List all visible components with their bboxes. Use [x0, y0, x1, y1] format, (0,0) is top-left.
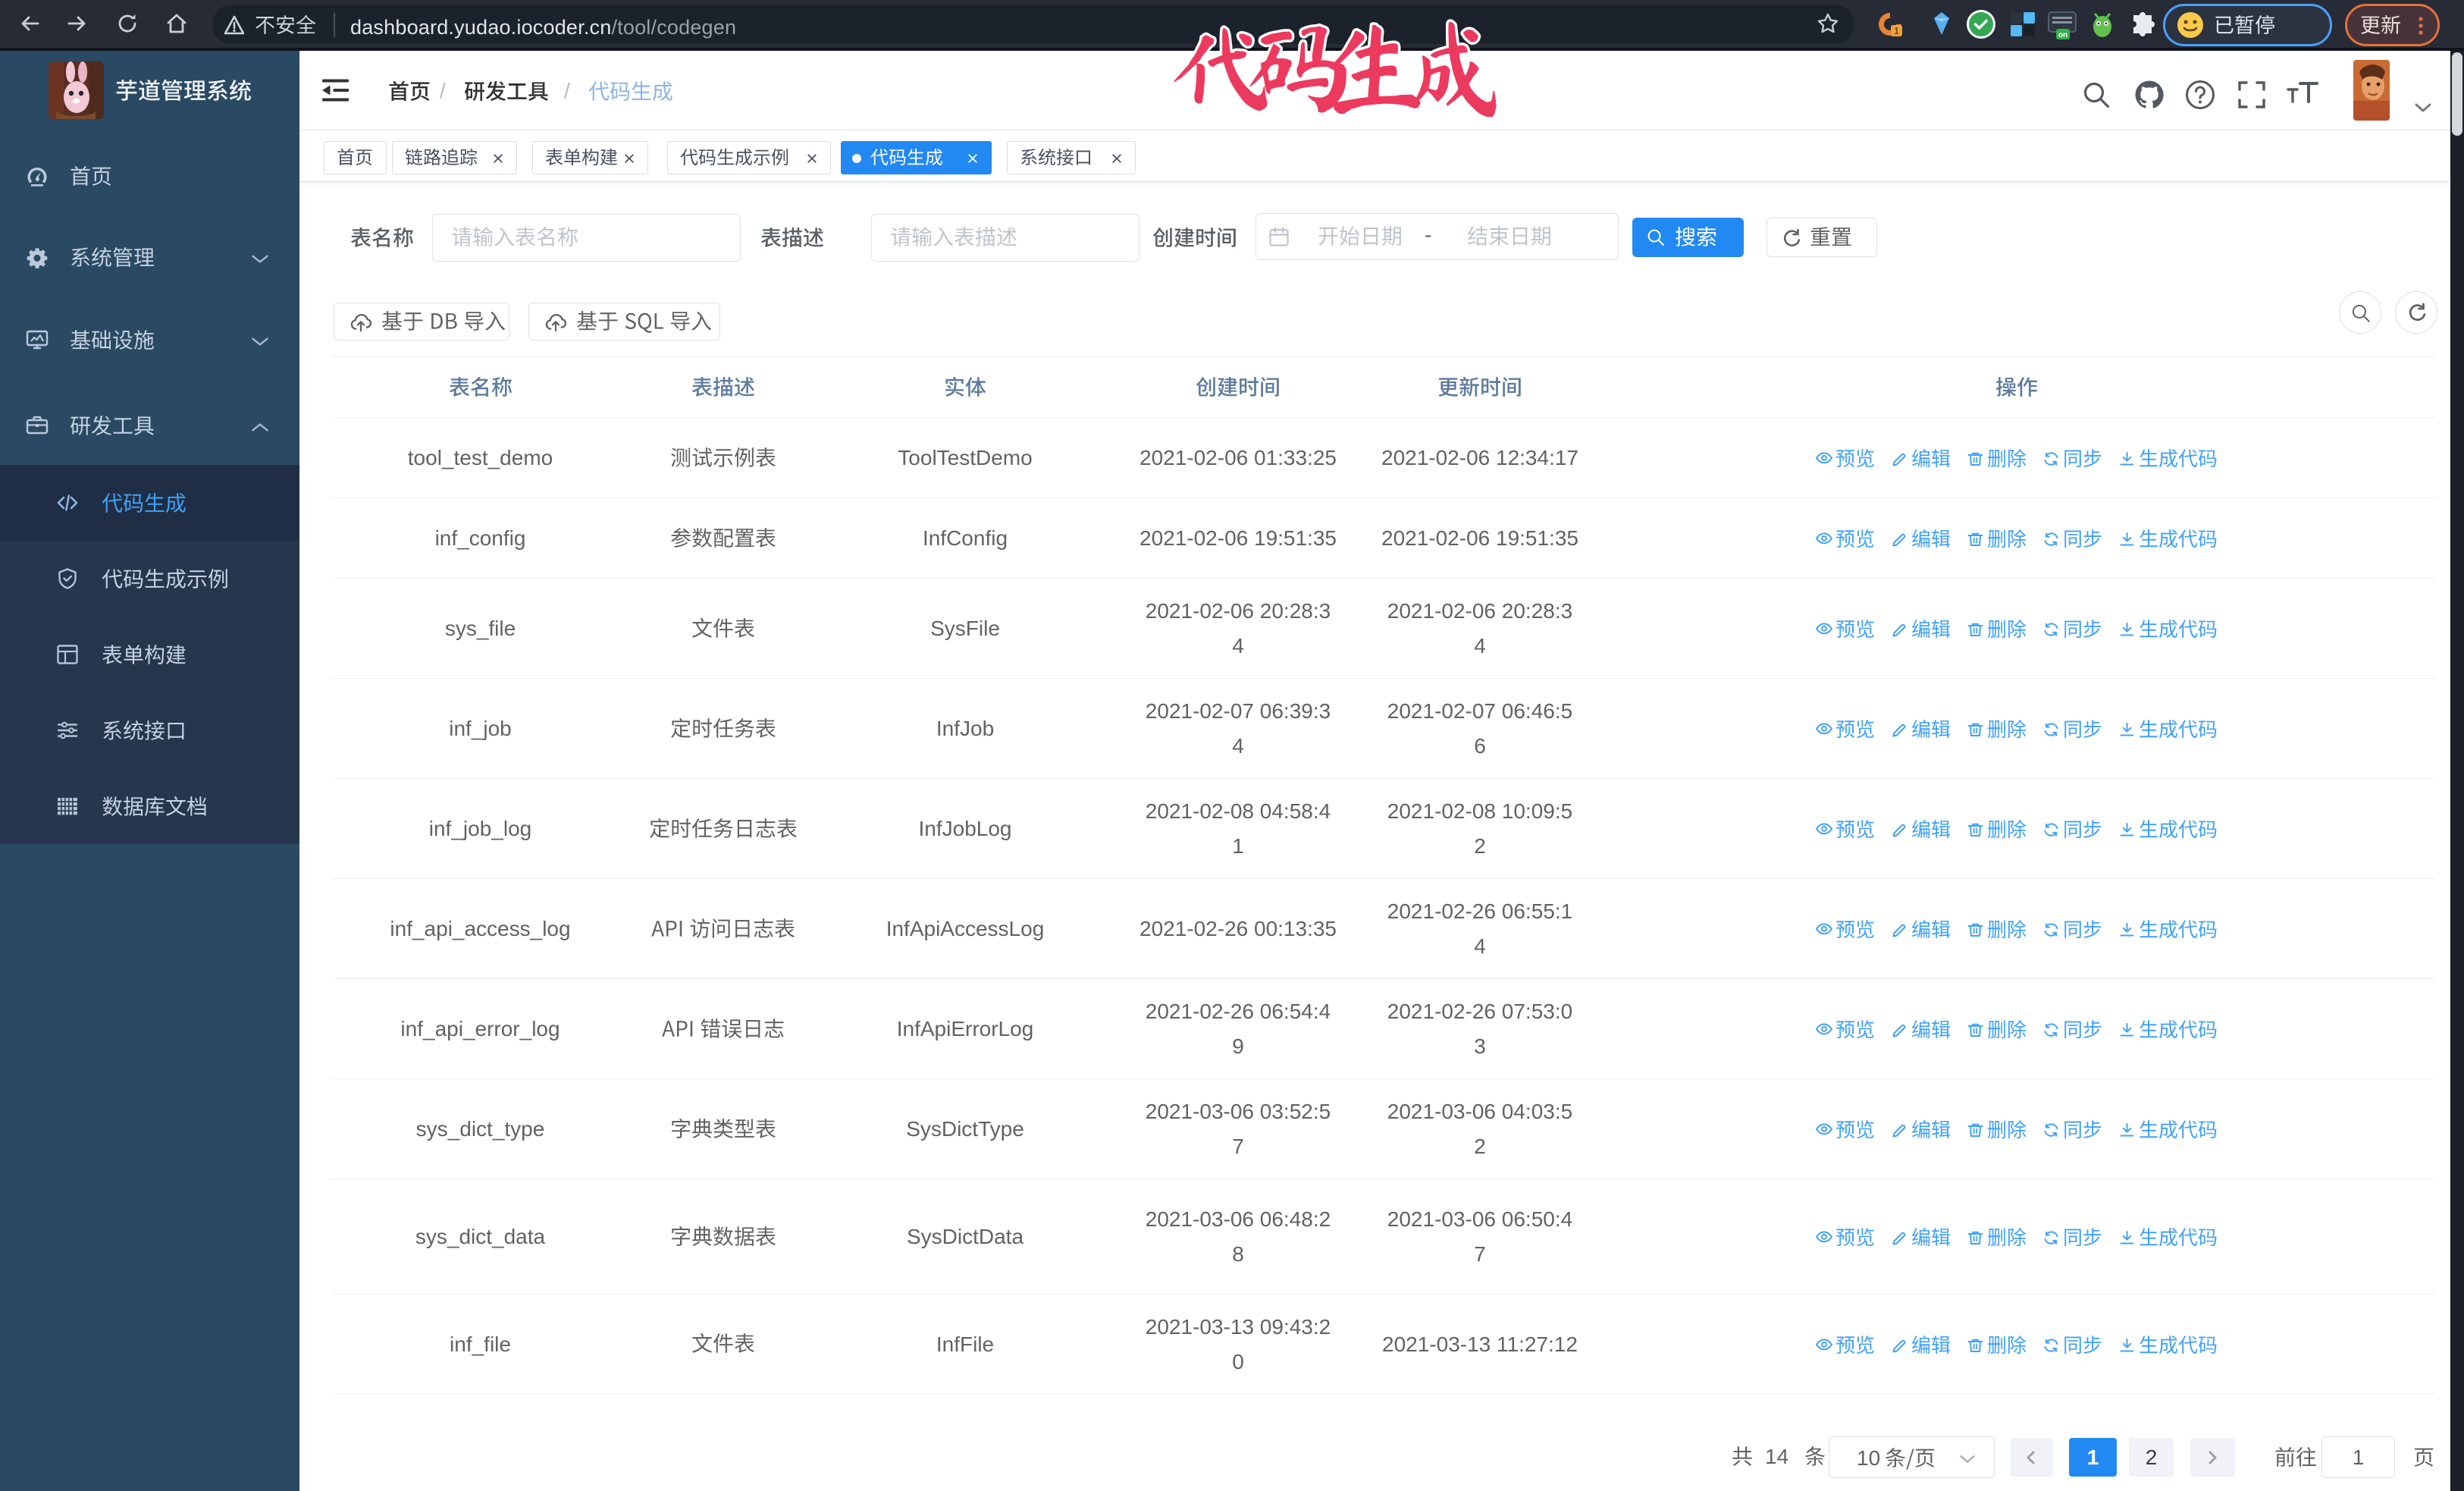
- svg-text:1: 1: [1894, 25, 1899, 36]
- svg-text:on: on: [2058, 31, 2067, 39]
